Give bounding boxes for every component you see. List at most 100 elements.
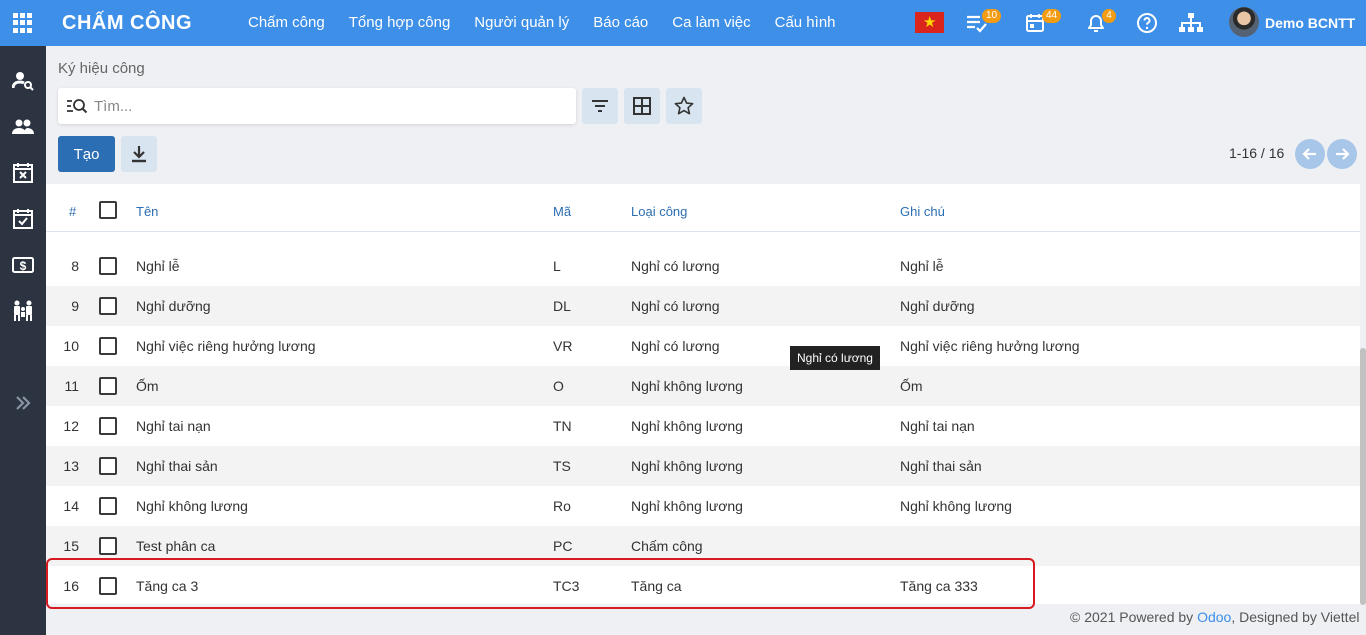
export-button[interactable] [121,136,157,172]
table-header: # Tên Mã Loại công Ghi chú [46,184,1360,232]
select-all-checkbox[interactable] [99,201,117,219]
notifications-badge: 4 [1102,9,1116,23]
org-chart-icon[interactable] [1178,11,1204,35]
calendar-badge: 44 [1042,9,1062,23]
pager-previous-button[interactable] [1295,139,1325,169]
employee-search-icon[interactable] [11,70,34,92]
row-number: 8 [71,258,79,274]
cell-code: Ro [553,498,571,514]
cell-type: Nghỉ có lương [631,298,720,314]
row-number: 15 [63,538,79,554]
app-title[interactable]: CHẤM CÔNG [62,12,192,35]
cell-name: Nghỉ thai sản [136,458,218,474]
cell-type: Tăng ca [631,578,682,594]
row-number: 13 [63,458,79,474]
menu-tong-hop-cong[interactable]: Tổng hợp công [349,0,451,46]
calendar-icon[interactable]: 44 [1024,9,1062,35]
calendar-cancel-icon[interactable] [12,162,34,184]
table-row[interactable]: 9 Nghỉ dưỡng DL Nghỉ có lương Nghỉ dưỡng [46,286,1360,326]
menu-cham-cong[interactable]: Chấm công [248,0,325,46]
cell-code: L [553,258,561,274]
pager-value[interactable]: 1-16 / 16 [1229,145,1284,161]
footer: © 2021 Powered by Odoo, Designed by Viet… [1070,609,1359,625]
row-number: 9 [71,298,79,314]
header-name[interactable]: Tên [136,204,158,219]
row-checkbox[interactable] [99,297,117,315]
row-number: 11 [64,378,79,394]
table-row[interactable]: 13 Nghỉ thai sản TS Nghỉ không lương Nghỉ th… [46,446,1360,486]
table-row[interactable]: 10 Nghỉ việc riêng hưởng lương VR Nghỉ có l… [46,326,1360,366]
cell-name: Ốm [136,378,159,394]
footer-prefix: © 2021 Powered by [1070,609,1198,625]
table-row[interactable]: 8 Nghỉ lễ L Nghỉ có lương Nghỉ lễ [46,246,1360,286]
expand-sidebar-icon[interactable] [12,392,34,414]
apps-menu-icon[interactable] [13,13,33,33]
cell-note: Nghỉ không lương [900,498,1012,514]
cell-note: Ốm [900,378,923,394]
user-avatar[interactable] [1229,7,1259,37]
table-row[interactable]: 12 Nghỉ tai nạn TN Nghỉ không lương Nghỉ tai… [46,406,1360,446]
cell-name: Nghỉ tai nạn [136,418,211,434]
search-box [58,88,576,124]
cell-type: Nghỉ không lương [631,458,743,474]
svg-text:$: $ [20,259,27,273]
cell-name: Nghỉ việc riêng hưởng lương [136,338,316,354]
cell-type: Nghỉ có lương [631,338,720,354]
cell-name: Tăng ca 3 [136,578,199,594]
table-row[interactable]: 15 Test phân ca PC Chấm công [46,526,1360,566]
odoo-link[interactable]: Odoo [1197,609,1231,625]
menu-ca-lam-viec[interactable]: Ca làm việc [672,0,750,46]
table-row[interactable]: 16 Tăng ca 3 TC3 Tăng ca Tăng ca 333 [46,566,1360,604]
row-checkbox[interactable] [99,377,117,395]
row-checkbox[interactable] [99,257,117,275]
cell-type: Nghỉ không lương [631,498,743,514]
menu-bao-cao[interactable]: Báo cáo [593,0,648,46]
group-by-button[interactable] [624,88,660,124]
search-icon [66,97,88,115]
row-number: 12 [63,418,79,434]
messages-badge: 10 [982,9,1002,23]
user-name[interactable]: Demo BCNTT [1265,15,1355,31]
cell-note: Nghỉ việc riêng hưởng lương [900,338,1080,354]
table-row[interactable]: 14 Nghỉ không lương Ro Nghỉ không lương Nghỉ… [46,486,1360,526]
menu-cau-hinh[interactable]: Cấu hình [775,0,836,46]
cell-code: TC3 [553,578,580,594]
row-checkbox[interactable] [99,537,117,555]
filter-button[interactable] [582,88,618,124]
create-button[interactable]: Tạo [58,136,115,172]
cell-note: Nghỉ thai sản [900,458,982,474]
cell-code: TS [553,458,571,474]
main-menu: Chấm công Tổng hợp công Người quản lý Bá… [248,0,860,46]
cell-name: Nghỉ không lương [136,498,248,514]
header-code[interactable]: Mã [553,204,571,219]
row-checkbox[interactable] [99,457,117,475]
cell-name: Nghỉ dưỡng [136,298,211,314]
scrollbar[interactable] [1360,348,1366,605]
pager-next-button[interactable] [1327,139,1357,169]
favorites-button[interactable] [666,88,702,124]
notifications-icon[interactable]: 4 [1084,9,1116,35]
header-index: # [69,204,77,219]
tooltip: Nghỉ có lương [790,346,880,370]
search-input[interactable] [94,88,564,124]
help-icon[interactable] [1136,11,1162,35]
header-note[interactable]: Ghi chú [900,204,945,219]
cell-code: DL [553,298,571,314]
calendar-check-icon[interactable] [12,208,34,230]
cell-type: Chấm công [631,538,703,554]
menu-nguoi-quan-ly[interactable]: Người quản lý [474,0,569,46]
table-row[interactable]: 11 Ốm O Nghỉ không lương Ốm [46,366,1360,406]
row-checkbox[interactable] [99,417,117,435]
language-flag-icon[interactable] [915,12,944,33]
payroll-icon[interactable]: $ [12,254,34,276]
employees-icon[interactable] [12,116,34,138]
row-checkbox[interactable] [99,337,117,355]
cell-note: Nghỉ lễ [900,258,944,274]
row-checkbox[interactable] [99,577,117,595]
row-checkbox[interactable] [99,497,117,515]
messages-icon[interactable]: 10 [964,9,1002,35]
footer-suffix: , Designed by Viettel [1231,609,1360,625]
header-type[interactable]: Loại công [631,204,687,219]
family-icon[interactable] [12,300,34,322]
cell-name: Nghỉ lễ [136,258,180,274]
